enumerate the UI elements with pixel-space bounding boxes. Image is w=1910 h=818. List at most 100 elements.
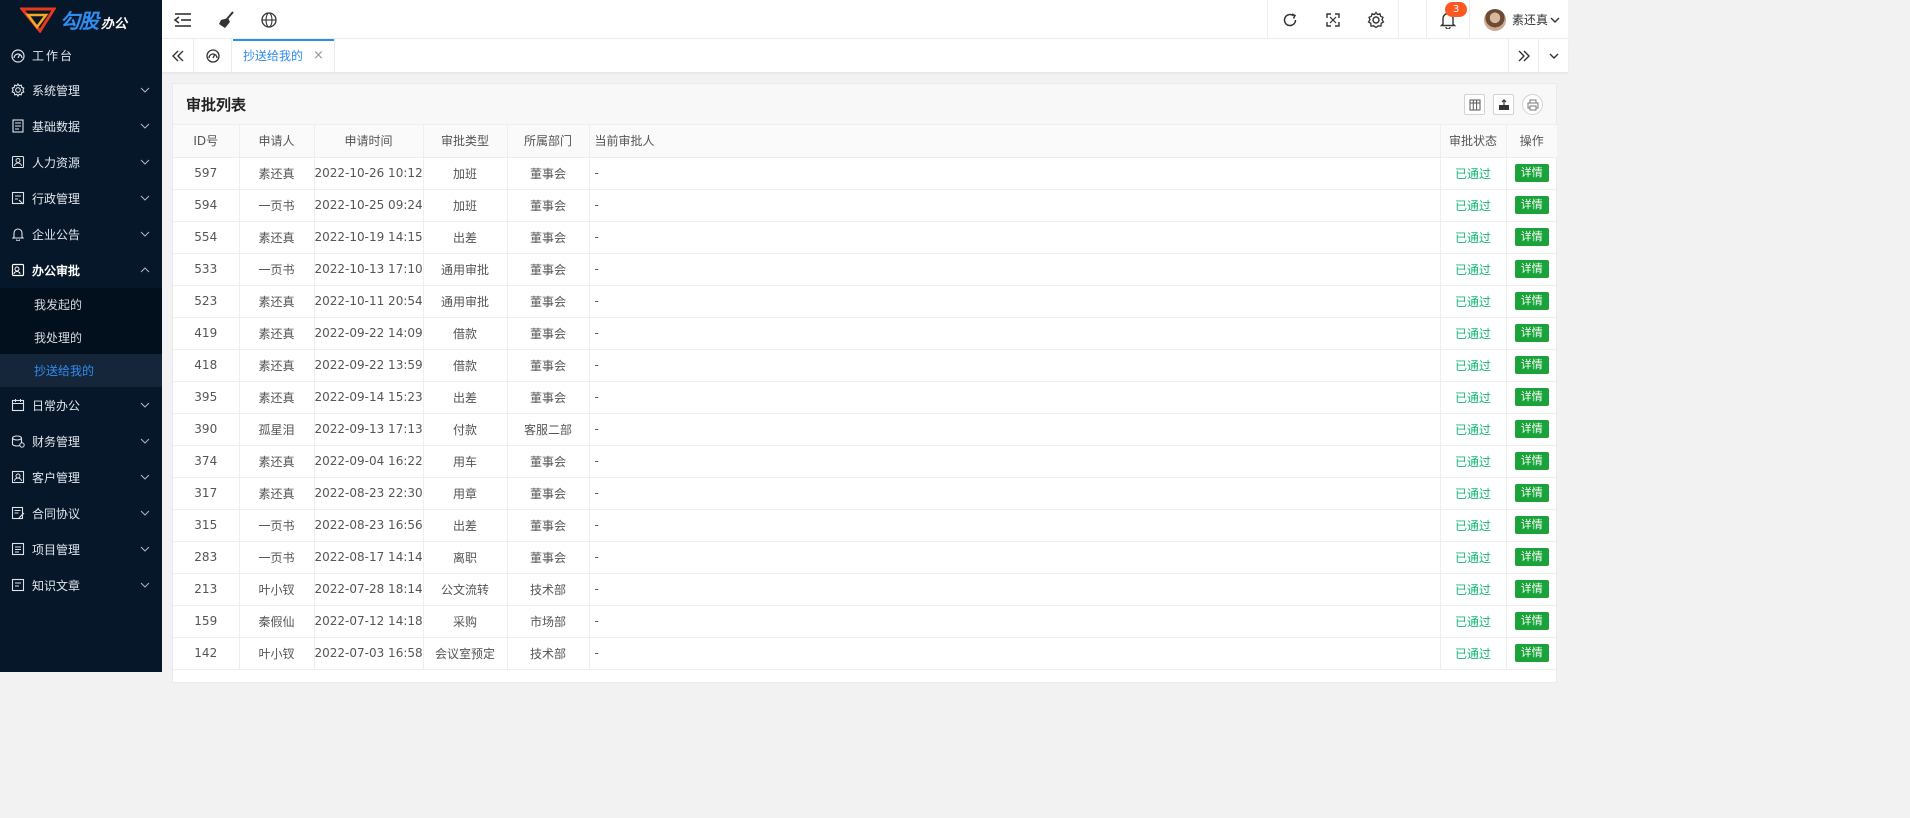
cell-status: 已通过 xyxy=(1440,285,1507,318)
settings-button[interactable] xyxy=(1354,0,1398,39)
cell-status: 已通过 xyxy=(1440,573,1507,606)
tabs-menu-button[interactable] xyxy=(1538,39,1568,72)
cell-actions: 详情 xyxy=(1506,509,1557,542)
sidebar-item-3[interactable]: 行政管理 xyxy=(0,180,162,216)
sidebar-item-7[interactable]: 财务管理 xyxy=(0,423,162,459)
column-header-current-approver[interactable]: 当前审批人 xyxy=(589,125,1441,158)
fullscreen-button[interactable] xyxy=(1311,0,1354,39)
submenu-item[interactable]: 抄送给我的 xyxy=(0,354,162,387)
sidebar-item-label: 项目管理 xyxy=(32,542,81,557)
table-header-row: ID号 申请人 申请时间 审批类型 所属部门 当前审批人 审批状态 操作 xyxy=(173,125,1557,158)
sidebar-item-11[interactable]: 知识文章 xyxy=(0,567,162,603)
column-header-applicant[interactable]: 申请人 xyxy=(239,125,315,158)
chevron-down-icon xyxy=(1549,53,1558,59)
status-badge: 已通过 xyxy=(1454,326,1491,341)
cell-department: 董事会 xyxy=(507,509,590,542)
column-header-time[interactable]: 申请时间 xyxy=(314,125,424,158)
sidebar-item-10[interactable]: 项目管理 xyxy=(0,531,162,567)
sidebar-item-8[interactable]: 客户管理 xyxy=(0,459,162,495)
print-icon xyxy=(1527,99,1538,110)
detail-button[interactable]: 详情 xyxy=(1514,324,1549,342)
detail-button[interactable]: 详情 xyxy=(1514,292,1549,310)
cell-department: 董事会 xyxy=(507,445,590,478)
print-button[interactable] xyxy=(1522,94,1543,115)
detail-button[interactable]: 详情 xyxy=(1514,516,1549,534)
cell-status: 已通过 xyxy=(1440,221,1507,254)
bell-icon xyxy=(11,227,25,241)
sidebar-item-9[interactable]: 合同协议 xyxy=(0,495,162,531)
export-button[interactable] xyxy=(1493,94,1514,115)
notifications-button[interactable]: 3 xyxy=(1430,0,1467,39)
detail-button[interactable]: 详情 xyxy=(1514,356,1549,374)
detail-button[interactable]: 详情 xyxy=(1514,548,1549,566)
table-row: 317 素还真 2022-08-23 22:30 用章 董事会 - 已通过 详情 xyxy=(173,477,1557,510)
cell-id: 315 xyxy=(173,509,240,542)
user-menu[interactable]: 素还真 xyxy=(1483,0,1561,39)
detail-button[interactable]: 详情 xyxy=(1514,260,1549,278)
language-button[interactable] xyxy=(256,0,282,39)
cell-department: 客服二部 xyxy=(507,413,590,446)
header-divider xyxy=(1426,0,1427,39)
sidebar-item-label: 人力资源 xyxy=(32,155,81,170)
detail-button[interactable]: 详情 xyxy=(1514,420,1549,438)
sidebar-item-2[interactable]: 人力资源 xyxy=(0,144,162,180)
column-header-type[interactable]: 审批类型 xyxy=(423,125,508,158)
column-header-department[interactable]: 所属部门 xyxy=(507,125,590,158)
status-badge: 已通过 xyxy=(1454,614,1491,629)
chevron-down-icon xyxy=(140,546,150,552)
close-icon[interactable]: × xyxy=(313,48,324,63)
cell-applicant: 素还真 xyxy=(239,317,315,350)
column-header-status[interactable]: 审批状态 xyxy=(1440,125,1507,158)
cell-applicant: 素还真 xyxy=(239,157,315,190)
cell-applicant: 素还真 xyxy=(239,381,315,414)
submenu-item[interactable]: 我发起的 xyxy=(0,288,162,321)
tabs-scroll-right-button[interactable] xyxy=(1508,39,1538,72)
tab-home[interactable] xyxy=(195,39,232,72)
sidebar-item-label: 客户管理 xyxy=(32,470,81,485)
sidebar-item-5[interactable]: 办公审批 xyxy=(0,252,162,288)
detail-button[interactable]: 详情 xyxy=(1514,164,1549,182)
cell-applicant: 素还真 xyxy=(239,445,315,478)
customer-icon xyxy=(11,470,25,484)
avatar xyxy=(1483,8,1506,31)
sidebar-item-1[interactable]: 基础数据 xyxy=(0,108,162,144)
clear-cache-button[interactable] xyxy=(214,0,240,39)
sidebar-item-6[interactable]: 日常办公 xyxy=(0,387,162,423)
detail-button[interactable]: 详情 xyxy=(1514,612,1549,630)
submenu-item[interactable]: 我处理的 xyxy=(0,321,162,354)
tab-cc-to-me[interactable]: 抄送给我的 × xyxy=(233,39,335,72)
cell-id: 390 xyxy=(173,413,240,446)
refresh-button[interactable] xyxy=(1268,0,1311,39)
cell-type: 采购 xyxy=(423,605,508,638)
cell-department: 董事会 xyxy=(507,253,590,286)
status-badge: 已通过 xyxy=(1454,454,1491,469)
detail-button[interactable]: 详情 xyxy=(1514,484,1549,502)
detail-button[interactable]: 详情 xyxy=(1514,388,1549,406)
cell-applicant: 素还真 xyxy=(239,221,315,254)
status-badge: 已通过 xyxy=(1454,422,1491,437)
cell-actions: 详情 xyxy=(1506,541,1557,574)
cell-actions: 详情 xyxy=(1506,349,1557,382)
refresh-icon xyxy=(1283,12,1296,26)
brand-name: 勾股 xyxy=(60,9,99,33)
detail-button[interactable]: 详情 xyxy=(1514,644,1549,662)
detail-button[interactable]: 详情 xyxy=(1514,196,1549,214)
chevron-down-icon xyxy=(140,438,150,444)
cell-type: 用章 xyxy=(423,477,508,510)
double-chevron-left-icon xyxy=(171,50,183,61)
collapse-menu-button[interactable] xyxy=(170,0,196,39)
logo[interactable]: 勾股 办公 xyxy=(0,0,162,39)
dashboard-icon xyxy=(206,48,220,63)
sidebar-item-4[interactable]: 企业公告 xyxy=(0,216,162,252)
sidebar-item-0[interactable]: 系统管理 xyxy=(0,72,162,108)
column-filter-button[interactable] xyxy=(1464,94,1485,115)
tabs-scroll-left-button[interactable] xyxy=(162,39,194,72)
column-header-id[interactable]: ID号 xyxy=(173,125,240,158)
detail-button[interactable]: 详情 xyxy=(1514,228,1549,246)
calendar-icon xyxy=(11,398,25,412)
sidebar-item-workbench[interactable]: 工作台 xyxy=(0,39,162,72)
chevron-down-icon xyxy=(140,402,150,408)
detail-button[interactable]: 详情 xyxy=(1514,580,1549,598)
detail-button[interactable]: 详情 xyxy=(1514,452,1549,470)
cell-status: 已通过 xyxy=(1440,381,1507,414)
